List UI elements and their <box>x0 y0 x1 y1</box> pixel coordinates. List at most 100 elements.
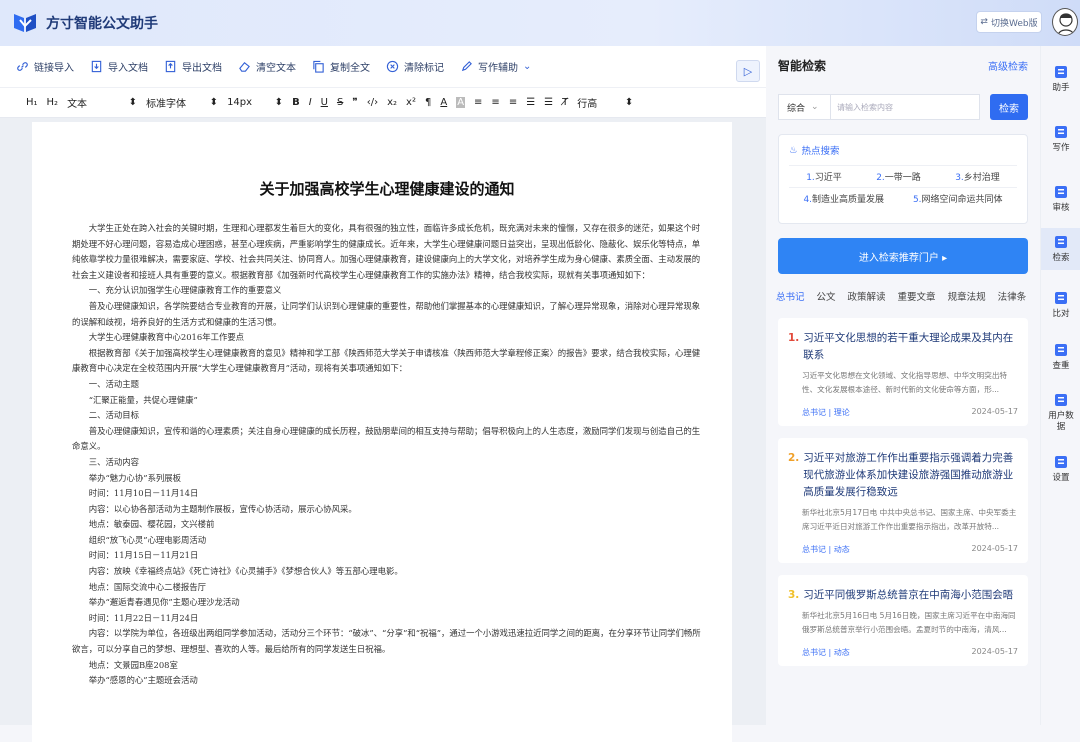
tab-documents[interactable]: 公文 <box>817 289 836 303</box>
paragraph-mark-icon[interactable]: ¶ <box>425 97 431 108</box>
hot-item-num: 1. <box>806 173 815 183</box>
nav-item-7[interactable]: 用户数据 <box>1041 386 1080 439</box>
document-paragraph: 时间：11月15日－11月21日 <box>72 550 199 561</box>
hot-item[interactable]: 5.网络空间命运共同体 <box>913 192 1003 205</box>
link-import-button[interactable]: 链接导入 <box>16 59 74 74</box>
result-card[interactable]: 2. 习近平对旅游工作作出重要指示强调着力完善现代旅游业体系加快建设旅游强国推动旅… <box>778 438 1028 563</box>
result-summary: 新华社北京5月17日电 中共中央总书记、国家主席、中央军委主席习近平近日对旅游工… <box>802 508 1017 531</box>
top-bar: 方寸智能公文助手 ⇄ 切换Web版 <box>0 0 1080 46</box>
align-right-icon[interactable]: ≡ <box>509 97 517 108</box>
result-title[interactable]: 3. 习近平同俄罗斯总统普京在中南海小范围会晤 <box>788 587 1018 604</box>
font-select[interactable]: 标准字体 ⬍ <box>146 95 218 110</box>
document-paragraph: 举办“邂逅青春遇见你”主题心理沙龙活动 <box>72 597 240 608</box>
result-card[interactable]: 3. 习近平同俄罗斯总统普京在中南海小范围会晤 新华社北京5月16日电 5月16日晚… <box>778 575 1028 666</box>
nav-item-8[interactable]: 设置 <box>1041 448 1080 490</box>
document-title: 关于加强高校学生心理健康建设的通知 <box>259 180 515 198</box>
size-select[interactable]: 14px ⬍ <box>227 97 283 108</box>
italic-button[interactable]: I <box>309 97 312 108</box>
clear-text-label: 清空文本 <box>256 63 296 74</box>
result-tags[interactable]: 总书记 | 动态 <box>802 647 850 658</box>
hot-item-text: 乡村治理 <box>963 173 1000 183</box>
tab-general-secretary[interactable]: 总书记 <box>776 289 805 303</box>
highlight-icon[interactable]: A <box>456 97 466 108</box>
tab-laws[interactable]: 法律条 <box>998 289 1027 303</box>
advanced-search-link[interactable]: 高级检索 <box>988 58 1028 73</box>
paragraph-select[interactable]: 文本 ⬍ <box>67 95 137 110</box>
nav-item-label: 查重 <box>1052 361 1070 371</box>
hot-item-text: 制造业高质量发展 <box>812 195 885 205</box>
hot-item[interactable]: 2.一带一路 <box>876 170 921 183</box>
result-tags[interactable]: 总书记 | 理论 <box>802 407 850 418</box>
export-doc-label: 导出文档 <box>182 63 222 74</box>
hot-item-num: 3. <box>955 173 964 183</box>
search-placeholder: 请输入检索内容 <box>837 102 893 112</box>
document-paragraph: 组织“放飞心灵”心理电影周活动 <box>72 534 207 545</box>
bullet-list-icon[interactable]: ☰ <box>526 97 535 108</box>
search-scope-select[interactable]: 综合 ⌄ <box>778 94 830 120</box>
subscript-button[interactable]: x₂ <box>387 97 397 108</box>
app-title: 方寸智能公文助手 <box>46 16 158 32</box>
portal-button[interactable]: 进入检索推荐门户 ▸ <box>778 238 1028 274</box>
strike-button[interactable]: S <box>337 97 343 108</box>
writing-assist-button[interactable]: 写作辅助 ⌄ <box>460 59 531 74</box>
app-logo-icon <box>12 12 38 34</box>
side-nav: 助手写作审核检索比对查重用户数据设置 <box>1040 46 1080 725</box>
export-doc-button[interactable]: 导出文档 <box>164 59 222 74</box>
result-title-text: 习近平同俄罗斯总统普京在中南海小范围会晤 <box>803 589 1014 601</box>
switch-web-button[interactable]: ⇄ 切换Web版 <box>976 11 1042 33</box>
select-arrow-icon: ⬍ <box>128 97 138 108</box>
clear-format-button[interactable]: T̸ <box>562 97 568 108</box>
align-center-icon[interactable]: ≡ <box>491 97 499 108</box>
clear-marks-button[interactable]: 清除标记 <box>386 59 444 74</box>
underline-button[interactable]: U <box>321 97 328 108</box>
nav-item-4[interactable]: 检索 <box>1041 228 1080 270</box>
hot-item[interactable]: 3.乡村治理 <box>955 170 1000 183</box>
align-left-icon[interactable]: ≡ <box>474 97 482 108</box>
code-button[interactable]: ‹/› <box>367 97 378 108</box>
copy-all-button[interactable]: 复制全文 <box>312 59 370 74</box>
nav-item-label: 比对 <box>1052 309 1070 319</box>
clear-text-button[interactable]: 清空文本 <box>238 59 296 74</box>
document-paragraph: “汇聚正能量，共促心理健康” <box>72 394 198 405</box>
tab-articles[interactable]: 重要文章 <box>898 289 936 303</box>
result-card[interactable]: 1. 习近平文化思想的若干重大理论成果及其内在联系 习近平文化思想在文化领域、文化指… <box>778 318 1028 426</box>
tab-policy[interactable]: 政策解读 <box>848 289 886 303</box>
ordered-list-icon[interactable]: ☰ <box>544 97 553 108</box>
search-panel-title: 智能检索 <box>778 58 827 73</box>
result-footer: 总书记 | 动态 2024-05-17 <box>788 647 1018 658</box>
nav-item-label: 检索 <box>1052 253 1070 263</box>
hot-search-title: ♨ 热点搜索 <box>789 143 1017 158</box>
line-height-select[interactable]: 行高 ⬍ <box>577 95 633 110</box>
document-paragraph: 时间：11月22日－11月24日 <box>72 612 199 623</box>
result-title[interactable]: 2. 习近平对旅游工作作出重要指示强调着力完善现代旅游业体系加快建设旅游强国推动旅… <box>788 450 1018 501</box>
heading1-button[interactable]: H₁ <box>26 97 38 108</box>
quote-button[interactable]: ❞ <box>352 97 357 108</box>
hot-item-num: 5. <box>912 195 922 205</box>
import-doc-button[interactable]: 导入文档 <box>90 59 148 74</box>
write-icon <box>1053 124 1069 140</box>
hot-item[interactable]: 4.制造业高质量发展 <box>803 192 884 205</box>
nav-item-6[interactable]: 查重 <box>1041 336 1080 378</box>
tab-regulations[interactable]: 规章法规 <box>948 289 986 303</box>
hot-item[interactable]: 1.习近平 <box>806 170 842 183</box>
search-input[interactable]: 请输入检索内容 <box>830 94 980 120</box>
nav-item-3[interactable]: 审核 <box>1041 178 1080 220</box>
nav-item-2[interactable]: 写作 <box>1041 118 1080 160</box>
result-list: 1. 习近平文化思想的若干重大理论成果及其内在联系 习近平文化思想在文化领域、文化指… <box>766 318 1040 666</box>
superscript-button[interactable]: x² <box>406 97 416 108</box>
search-button[interactable]: 检索 <box>990 94 1028 120</box>
select-arrow-icon: ⬍ <box>624 97 634 108</box>
size-value: 14px <box>227 97 253 108</box>
collapse-panel-button[interactable]: ▷ <box>736 60 760 82</box>
heading2-button[interactable]: H₂ <box>47 97 59 108</box>
result-title[interactable]: 1. 习近平文化思想的若干重大理论成果及其内在联系 <box>788 330 1018 364</box>
avatar[interactable] <box>1052 8 1078 36</box>
nav-item-5[interactable]: 比对 <box>1041 284 1080 326</box>
document-page[interactable]: 关于加强高校学生心理健康建设的通知 大学生正处在跨入社会的关键时期，生理和心理都… <box>32 122 732 742</box>
font-color-icon[interactable]: A <box>440 97 447 108</box>
bold-button[interactable]: B <box>292 97 300 108</box>
result-tags[interactable]: 总书记 | 动态 <box>802 544 850 555</box>
document-paragraph: 内容：放映《幸福终点站》《死亡诗社》《心灵捕手》《梦想合伙人》等五部心理电影。 <box>72 566 403 577</box>
nav-item-1[interactable]: 助手 <box>1041 58 1080 100</box>
format-toolbar: H₁ H₂ 文本 ⬍ 标准字体 ⬍ 14px ⬍ B I U S ❞ ‹/› x₂ x… <box>0 88 766 118</box>
